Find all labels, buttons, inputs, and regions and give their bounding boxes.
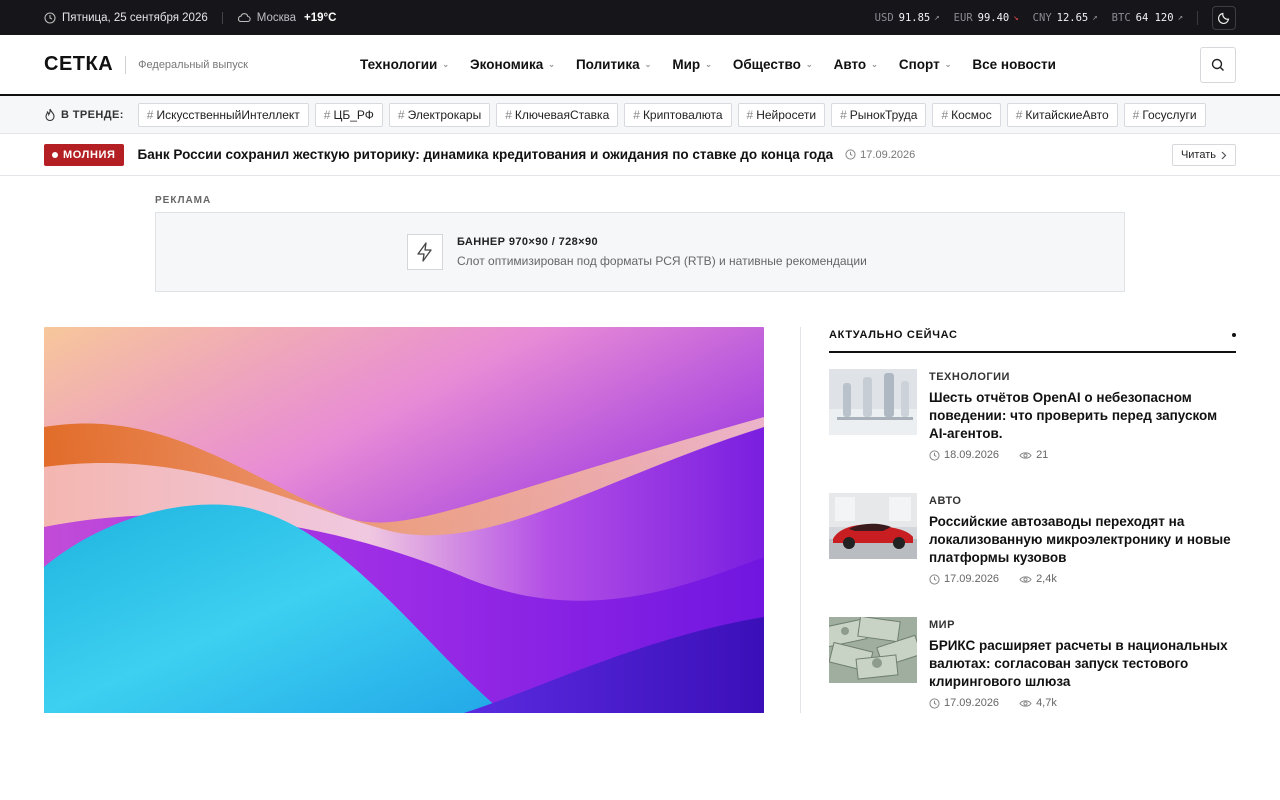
search-button[interactable] <box>1200 47 1236 83</box>
article-meta: 18.09.2026 21 <box>929 449 1236 461</box>
nav-item-politics[interactable]: Политика ⌄ <box>576 57 651 72</box>
edition-label: Федеральный выпуск <box>138 58 248 71</box>
main-nav: Технологии ⌄ Экономика ⌄ Политика ⌄ Мир ⌄ Об… <box>360 35 1077 94</box>
trend-tag[interactable]: # Криптовалюта <box>624 102 732 127</box>
ad-subtitle: Слот оптимизирован под форматы РСЯ (RTB)… <box>457 254 867 268</box>
article-title[interactable]: БРИКС расширяет расчеты в национальных в… <box>929 637 1236 691</box>
nav-item-auto[interactable]: Авто ⌄ <box>834 57 878 72</box>
chevron-down-icon: ⌄ <box>548 60 555 69</box>
rate-btc: BTC 64 120 ↗ <box>1111 11 1183 24</box>
column-divider <box>800 327 801 713</box>
news-item[interactable]: ТЕХНОЛОГИИ Шесть отчётов OpenAI о небезо… <box>829 369 1236 461</box>
article-thumbnail[interactable] <box>829 493 917 559</box>
trend-tag[interactable]: # КлючеваяСтавка <box>496 102 619 127</box>
ad-section: РЕКЛАМА БАННЕР 970×90 / 728×90 Слот опти… <box>155 195 1125 292</box>
trending-bar: В ТРЕНДЕ: # ИскусственныйИнтеллект # ЦБ_РФ… <box>0 96 1280 134</box>
chevron-down-icon: ⌄ <box>442 60 450 69</box>
sidebar-heading: АКТУАЛЬНО СЕЙЧАС <box>829 327 1236 353</box>
trend-tag[interactable]: # Нейросети <box>737 102 826 127</box>
article-category[interactable]: АВТО <box>929 495 1236 507</box>
nav-item-technology[interactable]: Технологии ⌄ <box>360 57 449 72</box>
chevron-right-icon <box>1221 151 1227 160</box>
cloud-icon <box>237 12 251 23</box>
divider <box>221 11 223 24</box>
read-button[interactable]: Читать <box>1171 144 1236 166</box>
divider <box>125 55 127 74</box>
live-dot-icon <box>1232 333 1236 337</box>
chevron-down-icon: ⌄ <box>805 60 813 69</box>
lightning-icon <box>407 234 443 270</box>
breaking-badge: МОЛНИЯ <box>44 143 124 166</box>
trend-tag[interactable]: # ЦБ_РФ <box>314 102 383 127</box>
rate-eur: EUR 99.40 ↘ <box>953 11 1019 24</box>
article-meta: 17.09.2026 4,7k <box>929 697 1236 709</box>
clock-icon <box>845 149 856 160</box>
article-category[interactable]: ТЕХНОЛОГИИ <box>929 371 1236 383</box>
nav-item-sport[interactable]: Спорт ⌄ <box>899 57 952 72</box>
clock-icon <box>929 573 940 585</box>
clock-icon <box>44 11 56 24</box>
search-icon <box>1211 58 1225 72</box>
chevron-down-icon: ⌄ <box>944 60 952 69</box>
site-logo[interactable]: СЕТКА <box>44 53 113 76</box>
trend-up-icon: ↗ <box>1092 12 1098 23</box>
trending-label: В ТРЕНДЕ: <box>44 108 124 122</box>
temperature: +19°C <box>304 11 337 24</box>
trend-tag[interactable]: # ИскусственныйИнтеллект <box>137 102 309 127</box>
breaking-headline[interactable]: Банк России сохранил жесткую риторику: д… <box>138 147 834 162</box>
article-category[interactable]: МИР <box>929 619 1236 631</box>
trending-now-sidebar: АКТУАЛЬНО СЕЙЧАС ТЕХНОЛОГИИ Шесть отчёто… <box>829 327 1236 709</box>
article-thumbnail[interactable] <box>829 617 917 683</box>
trend-tag[interactable]: # КитайскиеАвто <box>1006 102 1118 127</box>
trend-tag[interactable]: # Космос <box>932 102 1001 127</box>
flame-icon <box>44 108 56 122</box>
clock-icon <box>929 697 940 709</box>
article-title[interactable]: Шесть отчётов OpenAI о небезопасном пове… <box>929 389 1236 443</box>
trend-down-icon: ↘ <box>1013 12 1019 23</box>
theme-toggle-button[interactable] <box>1212 5 1236 30</box>
ad-banner[interactable]: БАННЕР 970×90 / 728×90 Слот оптимизирова… <box>155 212 1125 292</box>
clock-icon <box>929 449 940 461</box>
ad-title: БАННЕР 970×90 / 728×90 <box>457 236 599 248</box>
breaking-date: 17.09.2026 <box>845 149 915 161</box>
live-dot-icon <box>52 151 58 158</box>
top-bar: Пятница, 25 сентября 2026 Москва +19°C U… <box>0 0 1280 35</box>
article-title[interactable]: Российские автозаводы переходят на локал… <box>929 513 1236 567</box>
nav-item-society[interactable]: Общество ⌄ <box>733 57 813 72</box>
trend-up-icon: ↗ <box>934 12 940 23</box>
divider <box>1197 10 1198 25</box>
news-item[interactable]: МИР БРИКС расширяет расчеты в национальн… <box>829 617 1236 709</box>
site-header: СЕТКА Федеральный выпуск Технологии ⌄ Эко… <box>0 35 1280 96</box>
chevron-down-icon: ⌄ <box>871 60 878 69</box>
eye-icon <box>1019 699 1032 708</box>
eye-icon <box>1019 575 1032 584</box>
chevron-down-icon: ⌄ <box>644 60 652 69</box>
weather-widget: Москва +19°C <box>237 11 337 24</box>
chevron-down-icon: ⌄ <box>705 60 712 69</box>
rate-usd: USD 91.85 ↗ <box>874 11 940 24</box>
ad-label: РЕКЛАМА <box>155 195 212 206</box>
trend-tag[interactable]: # Электрокары <box>388 102 491 127</box>
news-item[interactable]: АВТО Российские автозаводы переходят на … <box>829 493 1236 585</box>
breaking-news-bar: МОЛНИЯ Банк России сохранил жесткую рито… <box>0 134 1280 176</box>
article-meta: 17.09.2026 2,4k <box>929 573 1236 585</box>
moon-icon <box>1217 11 1231 24</box>
trend-tag[interactable]: # РынокТруда <box>831 102 927 127</box>
currency-rates: USD 91.85 ↗ EUR 99.40 ↘ CNY 12.65 ↗ BTC 64 120 ↗ <box>861 0 1236 35</box>
rate-cny: CNY 12.65 ↗ <box>1032 11 1098 24</box>
city-name: Москва <box>256 11 297 24</box>
nav-item-world[interactable]: Мир ⌄ <box>672 57 712 72</box>
date-display: Пятница, 25 сентября 2026 <box>44 12 208 24</box>
date-text: Пятница, 25 сентября 2026 <box>62 11 208 24</box>
nav-item-economy[interactable]: Экономика ⌄ <box>470 57 555 72</box>
trending-tags: # ИскусственныйИнтеллект # ЦБ_РФ # Электрок… <box>137 102 1234 127</box>
trend-tag[interactable]: # Госуслуги <box>1123 102 1206 127</box>
nav-item-all-news[interactable]: Все новости <box>972 57 1056 72</box>
eye-icon <box>1019 451 1032 460</box>
article-thumbnail[interactable] <box>829 369 917 435</box>
hero-image[interactable] <box>44 327 764 713</box>
trend-up-icon: ↗ <box>1177 12 1183 23</box>
